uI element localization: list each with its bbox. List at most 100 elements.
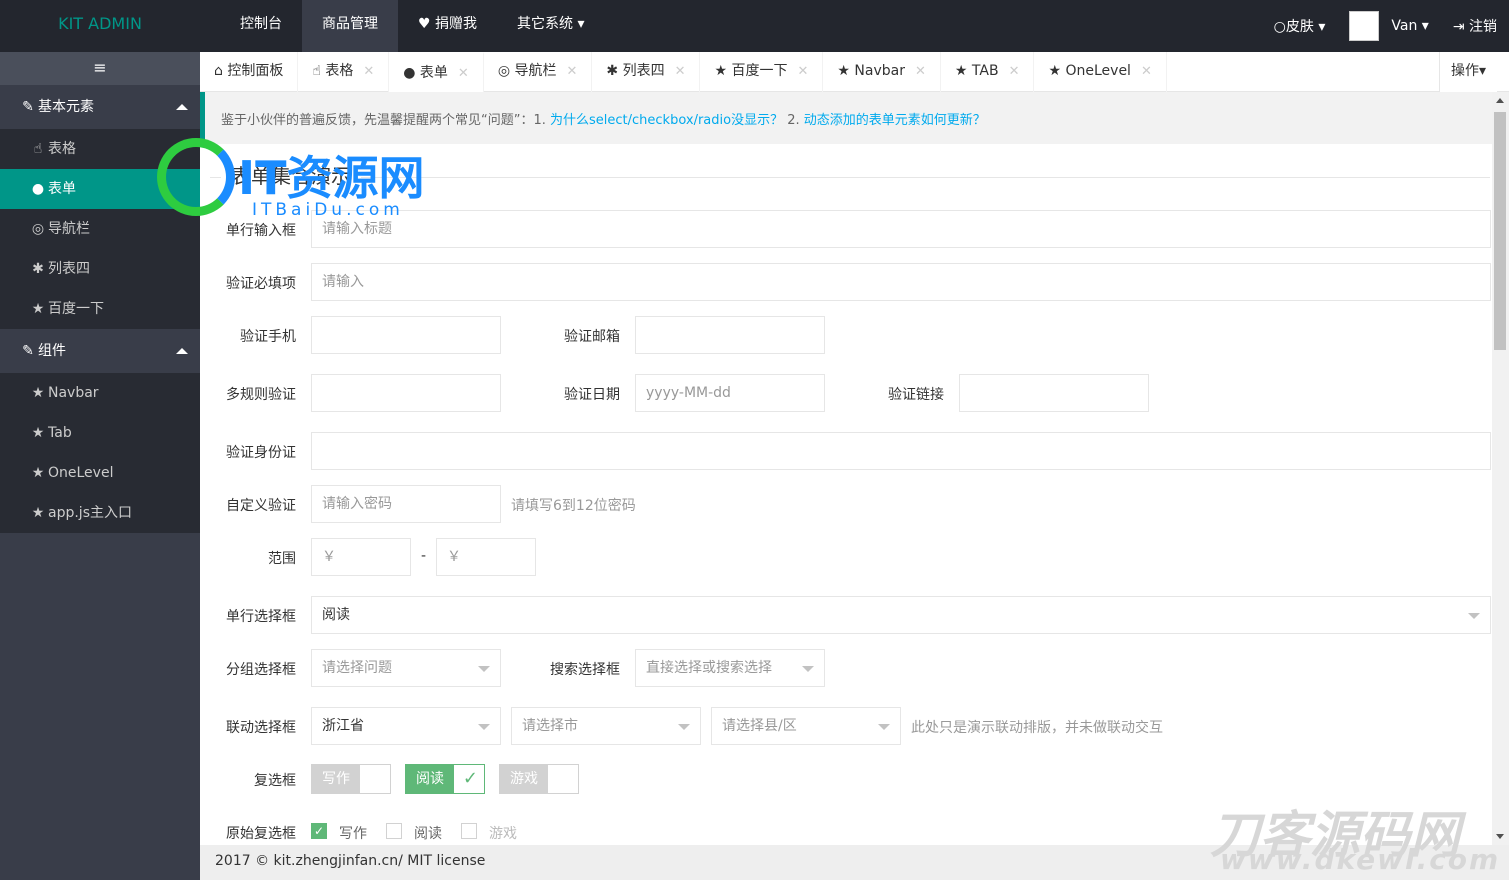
sidebar-group-basic[interactable]: ✎ 基本元素 xyxy=(0,85,200,129)
close-icon[interactable]: ✕ xyxy=(915,64,926,79)
tab-tab[interactable]: ★ TAB ✕ xyxy=(941,52,1035,92)
signout-icon: ⇥ xyxy=(1452,19,1469,35)
multi-rule-label: 多规则验证 xyxy=(226,387,296,403)
scrollbar-thumb[interactable] xyxy=(1494,112,1506,350)
star-icon: ★ xyxy=(31,425,45,441)
checkbox-reading[interactable]: 阅读 ✓ xyxy=(405,764,485,794)
tab-bar: ⌂ 控制面板 ☝ 表格 ✕ ● 表单 ✕ ◎ 导航栏 ✕ ✱ 列表四 ✕ ★ 百度一下 ✕… xyxy=(200,52,1509,92)
search-select-label: 搜索选择框 xyxy=(550,662,620,678)
close-icon[interactable]: ✕ xyxy=(798,64,809,79)
sidebar-item-appjs[interactable]: ★ app.js主入口 xyxy=(0,493,200,533)
tab-onelevel[interactable]: ★ OneLevel ✕ xyxy=(1034,52,1167,92)
sidebar-item-label: 表格 xyxy=(48,141,76,157)
star-icon: ★ xyxy=(31,465,45,481)
nav-donate[interactable]: ♥ 捐赠我 xyxy=(398,0,497,52)
scroll-down-icon[interactable] xyxy=(1496,834,1504,839)
native-checkbox-writing[interactable]: ✓ xyxy=(311,823,327,839)
tab-label: 表格 xyxy=(325,63,354,79)
star-icon: ★ xyxy=(714,63,732,79)
skin-menu[interactable]: ○皮肤 ▾ xyxy=(1262,16,1338,36)
checkbox-text: 写作 xyxy=(312,765,360,793)
sidebar-group-components[interactable]: ✎ 组件 xyxy=(0,329,200,373)
watermark-logo-icon xyxy=(157,138,235,216)
tab-baidu[interactable]: ★ 百度一下 ✕ xyxy=(700,52,824,92)
notice-link-2[interactable]: 动态添加的表单元素如何更新？ xyxy=(804,113,986,128)
date-input[interactable]: yyyy-MM-dd xyxy=(635,374,825,412)
city-select[interactable]: 请选择市 xyxy=(511,707,701,745)
nav-other-label: 其它系统 xyxy=(517,16,574,32)
nav-other-systems[interactable]: 其它系统 ▾ xyxy=(497,0,604,52)
star-icon: ★ xyxy=(31,505,45,521)
sidebar-item-tab[interactable]: ★ Tab xyxy=(0,413,200,453)
home-icon: ⌂ xyxy=(214,63,228,79)
nav-dashboard[interactable]: 控制台 xyxy=(220,0,302,52)
logout-button[interactable]: ⇥ 注销 xyxy=(1441,16,1509,36)
required-input[interactable]: 请输入 xyxy=(311,263,1491,301)
native-checkbox-text: 游戏 xyxy=(489,826,517,842)
watermark-2-subtitle: www.dkewl.com xyxy=(1220,843,1501,876)
sidebar-item-list4[interactable]: ✱ 列表四 xyxy=(0,249,200,289)
close-icon[interactable]: ✕ xyxy=(458,66,469,81)
range-label: 范围 xyxy=(268,551,296,567)
phone-input[interactable] xyxy=(311,316,501,354)
tab-label: 百度一下 xyxy=(731,63,788,79)
skin-label: 皮肤 xyxy=(1285,19,1314,35)
city-placeholder: 请选择市 xyxy=(522,718,578,734)
close-icon[interactable]: ✕ xyxy=(1009,64,1020,79)
close-icon[interactable]: ✕ xyxy=(675,64,686,79)
sidebar-item-label: 表单 xyxy=(48,181,76,197)
tab-navbar-comp[interactable]: ★ Navbar ✕ xyxy=(823,52,941,92)
checkbox-gaming[interactable]: 游戏 xyxy=(499,764,579,794)
app-logo[interactable]: KIT ADMIN xyxy=(0,0,200,52)
tab-form[interactable]: ● 表单 ✕ xyxy=(389,52,484,92)
sidebar-item-baidu[interactable]: ★ 百度一下 xyxy=(0,289,200,329)
tab-label: 表单 xyxy=(419,65,448,81)
id-card-input[interactable] xyxy=(311,432,1491,470)
sidebar-item-label: 导航栏 xyxy=(48,221,90,237)
thumbs-up-icon: ☝ xyxy=(33,141,43,157)
caret-down-icon xyxy=(478,724,490,730)
tab-navbar[interactable]: ◎ 导航栏 ✕ xyxy=(484,52,593,92)
checkbox-text: 游戏 xyxy=(500,765,548,793)
password-input[interactable]: 请输入密码 xyxy=(311,485,501,523)
close-icon[interactable]: ✕ xyxy=(1141,64,1152,79)
star-icon: ★ xyxy=(1048,63,1066,79)
province-select[interactable]: 浙江省 xyxy=(311,707,501,745)
tab-table[interactable]: ☝ 表格 ✕ xyxy=(298,52,390,92)
range-min-input[interactable]: ￥ xyxy=(311,538,411,576)
tab-dashboard[interactable]: ⌂ 控制面板 xyxy=(200,52,299,92)
email-label: 验证邮箱 xyxy=(564,329,620,345)
multi-rule-input[interactable] xyxy=(311,374,501,412)
close-icon[interactable]: ✕ xyxy=(566,64,577,79)
avatar[interactable] xyxy=(1349,11,1380,41)
group-select[interactable]: 请选择问题 xyxy=(311,649,501,687)
tab-list4[interactable]: ✱ 列表四 ✕ xyxy=(592,52,701,92)
scroll-up-icon[interactable] xyxy=(1496,98,1504,103)
caret-down-icon: ▾ xyxy=(1313,19,1326,35)
email-input[interactable] xyxy=(635,316,825,354)
sidebar-item-onelevel[interactable]: ★ OneLevel xyxy=(0,453,200,493)
caret-down-icon xyxy=(1468,613,1480,619)
search-select[interactable]: 直接选择或搜索选择 xyxy=(635,649,825,687)
title-input[interactable]: 请输入标题 xyxy=(311,210,1491,248)
checkbox-text: 阅读 xyxy=(406,765,454,793)
county-select[interactable]: 请选择县/区 xyxy=(711,707,901,745)
thumbs-up-icon: ☝ xyxy=(312,63,326,79)
vertical-scrollbar[interactable] xyxy=(1492,92,1509,845)
checkbox-writing[interactable]: 写作 xyxy=(311,764,391,794)
user-menu[interactable]: Van ▾ xyxy=(1379,18,1440,34)
close-icon[interactable]: ✕ xyxy=(363,64,374,79)
url-input[interactable] xyxy=(959,374,1149,412)
sidebar-item-navbar[interactable]: ◎ 导航栏 xyxy=(0,209,200,249)
native-checkbox-gaming[interactable] xyxy=(461,823,477,839)
nav-products[interactable]: 商品管理 xyxy=(302,0,398,52)
nav-donate-label: 捐赠我 xyxy=(435,16,478,32)
star-icon: ★ xyxy=(837,63,855,79)
interest-select[interactable]: 阅读 xyxy=(311,596,1491,634)
notice-link-1[interactable]: 为什么select/checkbox/radio没显示？ xyxy=(550,113,783,128)
sidebar-toggle[interactable]: ≡ xyxy=(0,52,200,85)
tab-operations-button[interactable]: 操作▾ xyxy=(1439,52,1497,92)
native-checkbox-reading[interactable] xyxy=(386,823,402,839)
range-max-input[interactable]: ￥ xyxy=(436,538,536,576)
sidebar-item-navbar-comp[interactable]: ★ Navbar xyxy=(0,373,200,413)
